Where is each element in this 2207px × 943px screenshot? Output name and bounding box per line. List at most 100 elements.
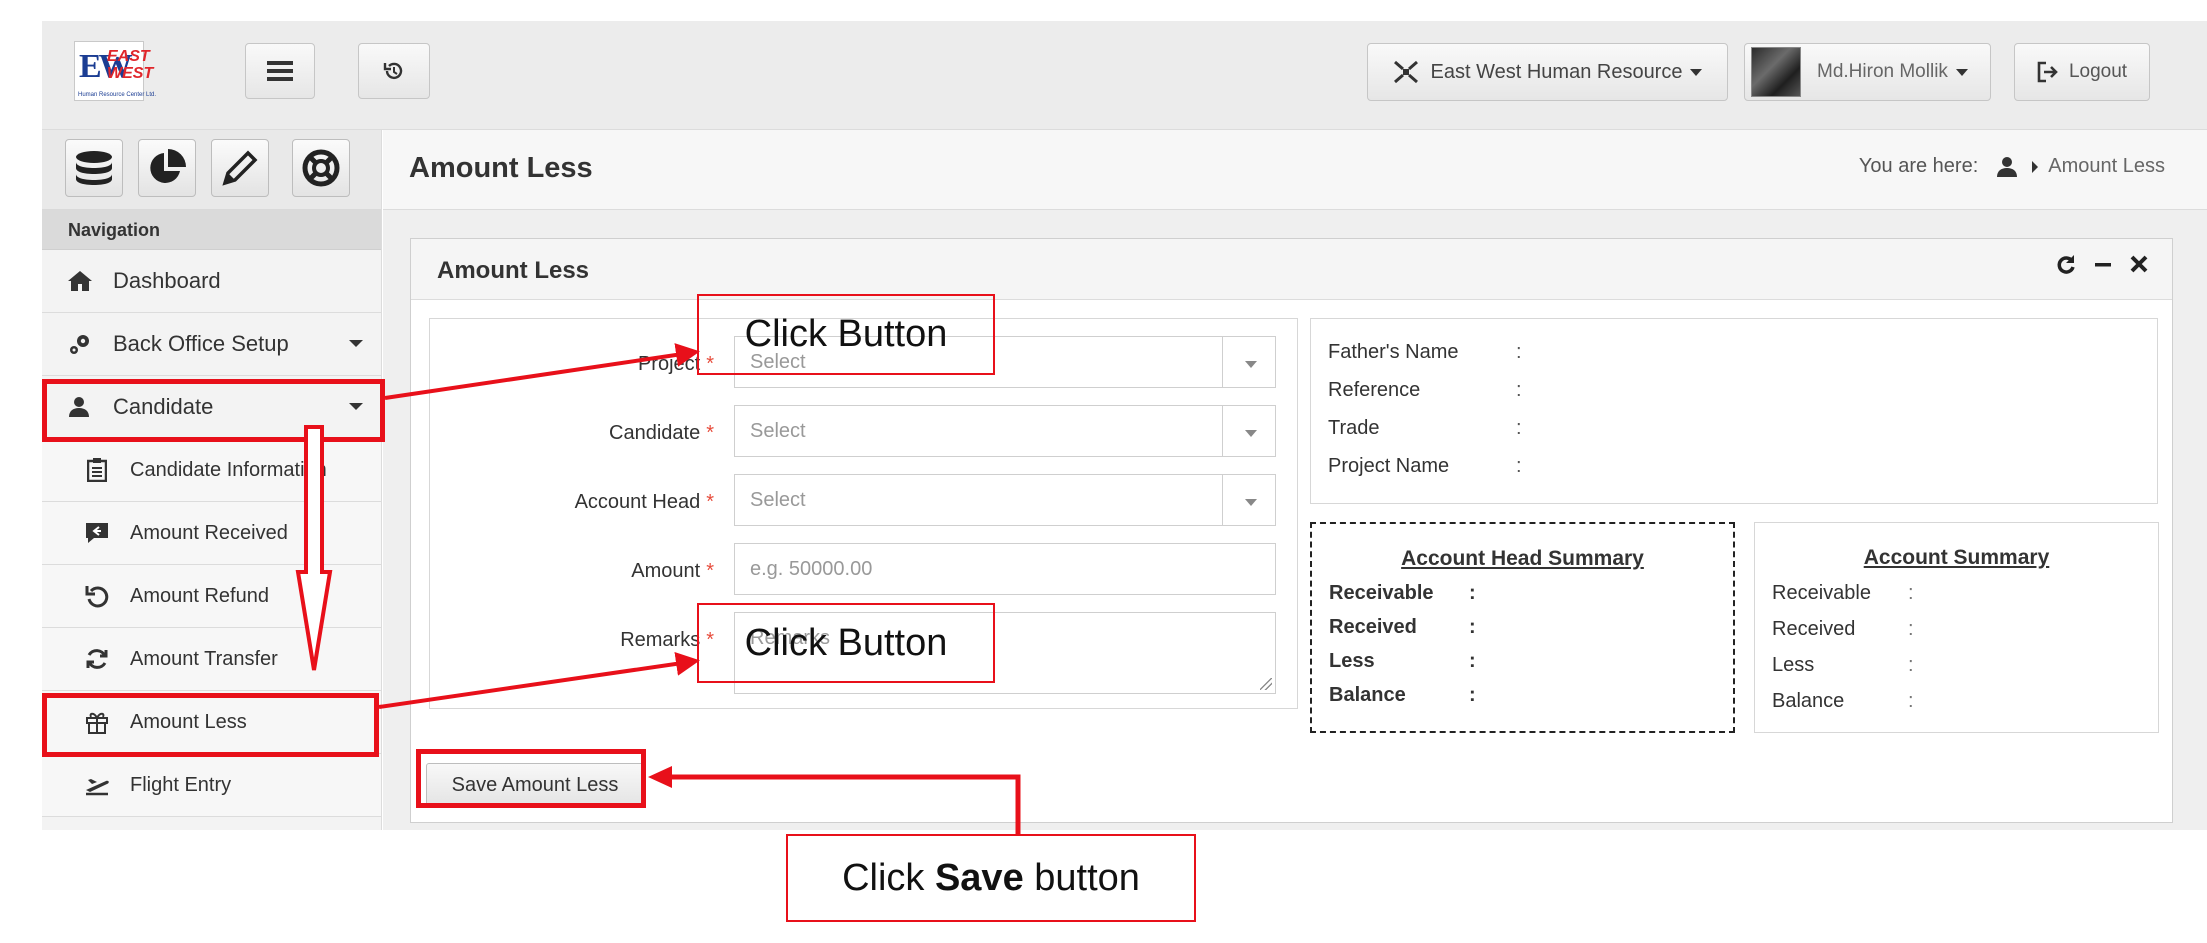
account-head-summary-title: Account Head Summary — [1401, 547, 1644, 570]
summary-row: Balance: — [1772, 690, 1914, 712]
amount-label: Amount * — [631, 560, 714, 582]
caret-down-icon — [349, 340, 363, 347]
menu-toggle-button[interactable] — [245, 43, 315, 99]
breadcrumb-prefix: You are here: — [1858, 155, 1979, 177]
account-head-select[interactable]: Select — [734, 474, 1276, 526]
account-summary-title: Account Summary — [1863, 546, 2050, 569]
summary-row: Balance: — [1329, 684, 1476, 706]
user-name: Md.Hiron Mollik — [1817, 61, 1948, 82]
summary-row: Less: — [1772, 654, 1914, 676]
sidebar-item-label: Amount Refund — [130, 584, 269, 607]
sidebar-item-flight-entry[interactable]: Flight Entry — [42, 754, 381, 817]
reload-icon[interactable] — [2056, 253, 2076, 275]
sidebar-item-amount-received[interactable]: Amount Received — [42, 502, 381, 565]
user-dropdown[interactable]: Md.Hiron Mollik — [1744, 43, 1991, 101]
candidate-select[interactable]: Select — [734, 405, 1276, 457]
trade-row: Trade: — [1328, 417, 1522, 439]
sidebar-item-label: Amount Transfer — [130, 647, 278, 670]
company-dropdown[interactable]: East West Human Resource — [1367, 43, 1728, 101]
plane-icon — [82, 774, 112, 796]
candidate-row: Candidate * Select — [430, 405, 1299, 459]
sidebar-item-amount-refund[interactable]: Amount Refund — [42, 565, 381, 628]
logo-subtitle: Human Resource Center Ltd. — [78, 92, 157, 98]
summary-row: Received: — [1329, 616, 1476, 638]
home-icon — [65, 270, 95, 292]
company-logo[interactable]: EW EAST WEST Human Resource Center Ltd. — [74, 41, 156, 101]
undo-icon — [82, 584, 112, 608]
company-label: East West Human Resource — [1430, 60, 1683, 83]
page-header: Amount Less You are here: Amount Less — [383, 130, 2207, 210]
logout-label: Logout — [2068, 61, 2128, 82]
sidebar-item-label: Dashboard — [113, 268, 221, 293]
sidebar-item-candidate-information[interactable]: Candidate Information — [42, 439, 381, 502]
sidebar-item-label: Flight Entry — [130, 773, 232, 796]
account-summary: Account Summary Receivable: Received: Le… — [1754, 522, 2159, 733]
report-button[interactable] — [138, 139, 196, 197]
main-content: Amount Less Project * Select Candidate * S… — [383, 210, 2207, 830]
sidebar-item-label: Amount Received — [130, 521, 288, 544]
resize-grip-icon[interactable] — [1260, 678, 1272, 690]
company-icon — [1393, 60, 1418, 84]
candidate-info-box: Father's Name: Reference: Trade: Project… — [1310, 318, 2158, 504]
account-head-summary: Account Head Summary Receivable: Receive… — [1310, 522, 1735, 733]
panel-header: Amount Less — [411, 239, 2172, 300]
summary-row: Receivable: — [1772, 582, 1914, 604]
database-button[interactable] — [65, 139, 123, 197]
edit-button[interactable] — [211, 139, 269, 197]
amount-less-panel: Amount Less Project * Select Candidate * S… — [410, 238, 2173, 823]
callout-click-save: Click Save button — [786, 834, 1196, 922]
sidebar-item-back-office-setup[interactable]: Back Office Setup — [42, 313, 381, 376]
chevron-down-icon[interactable] — [1222, 406, 1276, 456]
pie-chart-icon — [150, 149, 186, 183]
hamburger-icon — [267, 61, 293, 81]
chevron-down-icon — [1690, 68, 1703, 76]
highlight-amount-less — [42, 693, 379, 757]
project-name-row: Project Name: — [1328, 455, 1522, 477]
logout-button[interactable]: Logout — [2014, 43, 2150, 101]
user-icon[interactable] — [1996, 156, 2020, 178]
sidebar-item-amount-transfer[interactable]: Amount Transfer — [42, 628, 381, 691]
summary-row: Receivable: — [1329, 582, 1476, 604]
breadcrumb-current[interactable]: Amount Less — [2048, 155, 2165, 178]
chevron-down-icon — [1955, 68, 1968, 76]
database-icon — [76, 151, 112, 185]
logo-text: EAST WEST — [107, 48, 154, 82]
sidebar-item-label: Candidate Information — [130, 458, 327, 481]
summary-row: Received: — [1772, 618, 1914, 640]
refresh-icon — [82, 647, 112, 671]
reply-icon — [82, 522, 112, 544]
history-button[interactable] — [358, 43, 430, 99]
breadcrumb: You are here: Amount Less — [1859, 155, 2165, 178]
sidebar-item-dashboard[interactable]: Dashboard — [42, 250, 381, 313]
pencil-icon — [222, 150, 258, 186]
chevron-down-icon[interactable] — [1222, 337, 1276, 387]
logout-icon — [2037, 61, 2058, 83]
minimize-icon[interactable] — [2094, 253, 2112, 275]
sidebar-item-label: Back Office Setup — [113, 331, 289, 356]
highlight-save-button — [416, 749, 646, 808]
amount-input[interactable]: e.g. 50000.00 — [734, 543, 1276, 595]
avatar — [1751, 47, 1801, 97]
callout-click-project: Click Button — [697, 294, 995, 375]
chevron-down-icon[interactable] — [1222, 475, 1276, 525]
lifebuoy-icon — [302, 149, 340, 187]
amount-row: Amount * e.g. 50000.00 — [430, 543, 1299, 597]
summary-row: Less: — [1329, 650, 1476, 672]
top-navbar: EW EAST WEST Human Resource Center Ltd. E… — [42, 21, 2207, 130]
caret-right-icon — [2032, 160, 2039, 173]
candidate-label: Candidate * — [609, 422, 714, 444]
fathers-name-row: Father's Name: — [1328, 341, 1522, 363]
close-icon[interactable] — [2130, 253, 2148, 275]
support-button[interactable] — [292, 139, 350, 197]
sidebar-quick-bar — [42, 130, 381, 210]
account-head-row: Account Head * Select — [430, 474, 1299, 528]
nav-header: Navigation — [42, 210, 381, 250]
account-head-label: Account Head * — [574, 491, 714, 513]
history-icon — [383, 62, 403, 80]
callout-click-remarks: Click Button — [697, 603, 995, 683]
page-title: Amount Less — [409, 152, 593, 184]
reference-row: Reference: — [1328, 379, 1522, 401]
panel-tools — [2056, 253, 2148, 275]
panel-title: Amount Less — [437, 257, 590, 284]
highlight-candidate — [42, 379, 385, 442]
